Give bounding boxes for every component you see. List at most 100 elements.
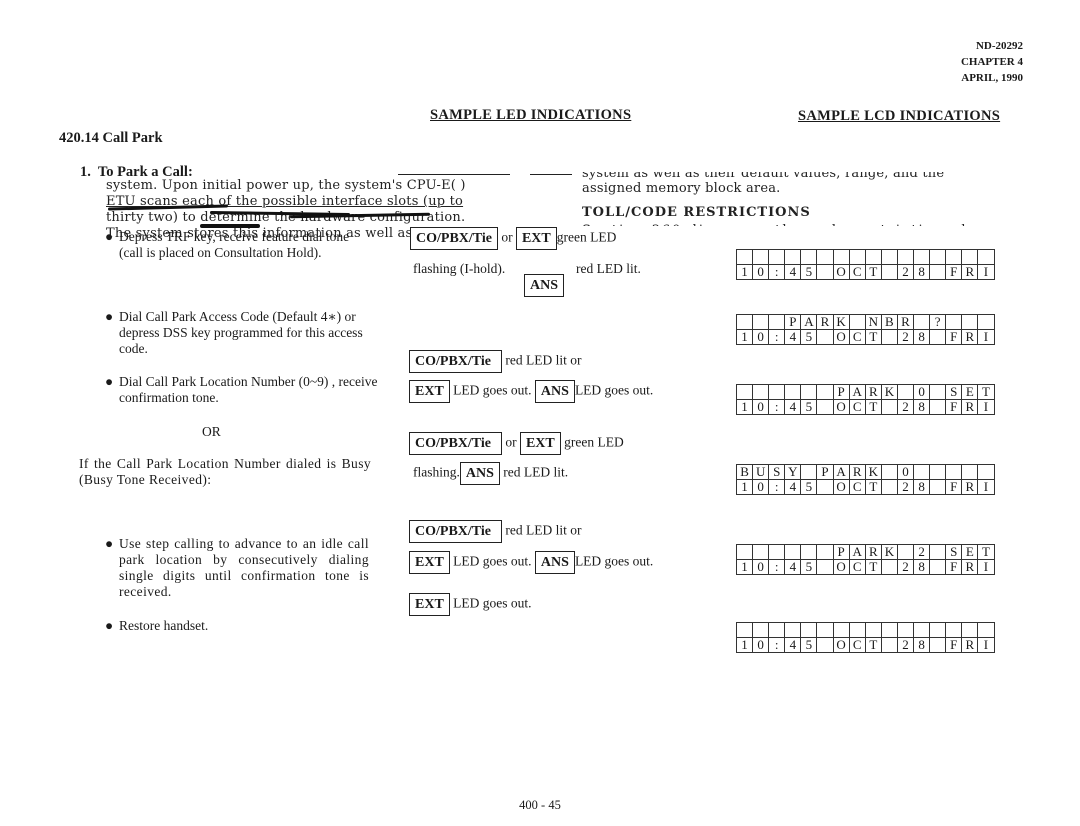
or-text: or — [501, 229, 513, 245]
lcd-cell — [784, 249, 802, 265]
lcd-cell: I — [977, 329, 995, 345]
led-indication-2b: EXT LED goes out. ANS LED goes out. — [409, 380, 653, 403]
step-item: ● Depress TRF key, receive feature dial … — [105, 229, 369, 261]
lcd-cell — [929, 399, 947, 415]
lcd-cell: 2 — [896, 399, 915, 415]
lcd-cell: T — [864, 559, 882, 575]
lcd-cell: F — [945, 559, 963, 575]
lcd-cell: 2 — [896, 329, 915, 345]
key-top-edge — [530, 174, 572, 175]
lcd-row-bottom: 10:45OCT28FRI — [735, 479, 995, 495]
bullet-icon: ● — [105, 536, 114, 551]
led-indication-1c: ANS — [524, 274, 565, 297]
lcd-cell: A — [848, 544, 866, 560]
lcd-cell: 5 — [800, 399, 818, 415]
lcd-cell: 2 — [896, 559, 915, 575]
led-indication-2a: CO/PBX/Tie red LED lit or — [409, 350, 581, 373]
lcd-screen: 10:45OCT28FRI — [735, 249, 995, 280]
lcd-cell: E — [961, 384, 979, 400]
lcd-cell: B — [735, 464, 754, 480]
lcd-cell — [784, 384, 802, 400]
lcd-cell — [945, 314, 963, 330]
lcd-cell: 0 — [896, 464, 915, 480]
lcd-row-bottom: 10:45OCT28FRI — [735, 264, 995, 280]
lcd-cell — [816, 329, 834, 345]
lcd-cell — [816, 399, 834, 415]
lcd-cell — [977, 249, 995, 265]
lcd-row-bottom: 10:45OCT28FRI — [735, 399, 995, 415]
lcd-cell: T — [864, 329, 882, 345]
lcd-cell — [929, 249, 947, 265]
bullet-icon: ● — [105, 618, 114, 633]
lcd-cell — [961, 314, 979, 330]
lcd-cell: P — [832, 544, 850, 560]
led-status-text: LED goes out. — [453, 553, 532, 569]
lcd-cell — [848, 249, 866, 265]
lcd-row-top: P A R K N B R? — [735, 314, 995, 330]
busy-text: If the Call Park Location Number dialed … — [79, 456, 371, 487]
lcd-cell: 2 — [896, 264, 915, 280]
step-item: ● Dial Call Park Location Number (0~9) ,… — [105, 374, 379, 406]
lcd-cell: T — [864, 637, 882, 653]
led-status-text: red LED lit. — [576, 261, 641, 276]
lcd-cell: T — [977, 384, 995, 400]
lcd-cell — [800, 544, 818, 560]
lcd-cell — [768, 384, 786, 400]
lcd-cell: O — [832, 264, 850, 280]
lcd-cell: R — [864, 544, 882, 560]
lcd-cell: K — [880, 384, 898, 400]
led-status-text: flashing. — [413, 464, 460, 480]
lcd-column-title: SAMPLE LCD INDICATIONS — [798, 108, 1001, 124]
lcd-cell: F — [945, 329, 963, 345]
lcd-screen: P A R K N B R? 1 0:4 5 O C T 2 8 F R I — [735, 314, 995, 345]
lcd-cell: K — [880, 544, 898, 560]
lcd-cell: 8 — [913, 479, 931, 495]
lcd-cell: P — [816, 464, 834, 480]
lcd-cell — [880, 637, 898, 653]
lcd-cell: : — [768, 264, 786, 280]
lcd-cell — [913, 249, 931, 265]
led-status-text: red LED lit or — [505, 522, 582, 538]
lcd-row-bottom: 10:45OCT28FRI — [735, 329, 995, 345]
led-status-text: flashing (I-hold). — [413, 261, 506, 276]
lcd-cell — [929, 264, 947, 280]
ext-key: EXT — [515, 227, 557, 250]
lcd-cell — [977, 314, 995, 330]
lcd-cell: : — [768, 637, 786, 653]
bullet-icon: ● — [105, 229, 114, 244]
lcd-cell: 0 — [752, 637, 770, 653]
lcd-cell — [961, 249, 979, 265]
lcd-cell — [929, 464, 947, 480]
lcd-cell: R — [961, 399, 979, 415]
lcd-cell: C — [848, 264, 866, 280]
or-label: OR — [202, 424, 221, 439]
lcd-cell: K — [864, 464, 882, 480]
lcd-cell — [929, 559, 947, 575]
led-indication-4b: EXT LED goes out. ANS LED goes out. — [409, 551, 653, 574]
lcd-cell — [929, 622, 947, 638]
lcd-cell: C — [848, 637, 866, 653]
lcd-cell: I — [977, 264, 995, 280]
led-status-text: green LED — [564, 434, 624, 450]
lcd-cell: 8 — [913, 637, 931, 653]
lcd-cell — [816, 559, 834, 575]
step-text: Restore handset. — [119, 618, 209, 633]
lcd-cell — [784, 622, 802, 638]
ext-key: EXT — [409, 380, 450, 403]
lcd-cell: 1 — [735, 637, 754, 653]
scribble-mark — [200, 224, 260, 228]
lcd-cell — [848, 314, 866, 330]
lcd-cell — [735, 544, 754, 560]
lcd-cell — [880, 479, 898, 495]
lcd-screen: PARK2SET10:45OCT28FRI — [735, 544, 995, 575]
lcd-cell — [880, 249, 898, 265]
lcd-cell: T — [864, 399, 882, 415]
lcd-cell: S — [945, 384, 963, 400]
lcd-row-top — [735, 249, 995, 265]
lcd-cell: O — [832, 399, 850, 415]
lcd-cell: R — [961, 264, 979, 280]
lcd-cell: 5 — [800, 637, 818, 653]
lcd-cell — [848, 622, 866, 638]
lcd-cell — [880, 329, 898, 345]
step-item: ● Restore handset. — [105, 618, 369, 634]
